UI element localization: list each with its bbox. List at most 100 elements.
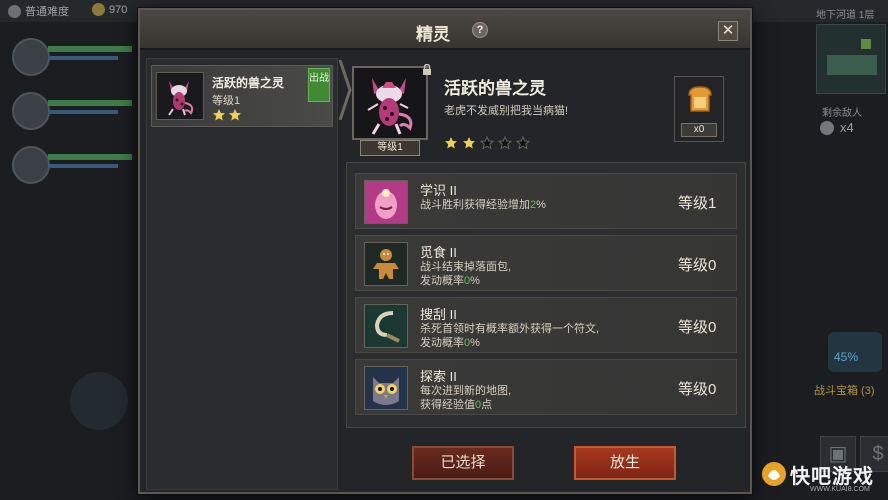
star-filled-icon [445, 137, 457, 149]
skill-title: 探索 II [420, 366, 457, 385]
minimap[interactable] [816, 24, 886, 94]
mp-bar [48, 56, 118, 60]
skill-level: 等级0 [678, 381, 717, 398]
floor-label: 地下河道 1层 [816, 10, 875, 21]
spirit-dialog: 精灵 ? ✕ 活跃的兽之灵 等级1 出战 等级1 活跃的兽之灵 老虎不发威别把我… [138, 8, 752, 494]
star-filled-icon [213, 109, 225, 121]
help-icon[interactable]: ? [472, 22, 488, 38]
hook-icon [364, 304, 408, 348]
skill-title: 搜刮 II [420, 304, 457, 323]
skull-icon [820, 120, 834, 135]
skill-rank: II [449, 183, 457, 198]
difficulty-label: 普通难度 [25, 6, 69, 18]
party-member[interactable] [8, 142, 132, 194]
skill-name: 觅食 [420, 245, 447, 260]
skill-row[interactable]: 搜刮 II 杀死首领时有概率额外获得一个符文, 发动概率0% 等级0 [355, 297, 737, 353]
party-member[interactable] [8, 34, 132, 86]
star-filled-icon [463, 137, 475, 149]
spirit-detail: 等级1 活跃的兽之灵 老虎不发威别把我当病猫! x0 学识 II 战斗胜利获得经… [346, 58, 746, 490]
chest-progress: 45% [834, 350, 859, 364]
skill-unit: % [470, 275, 480, 287]
watermark: 快吧游戏 WWW.KUAI8.COM [760, 456, 886, 496]
skill-row[interactable]: 觅食 II 战斗结束掉落面包, 发动概率0% 等级0 [355, 235, 737, 291]
watermark-url: WWW.KUAI8.COM [810, 486, 870, 493]
spirit-list: 活跃的兽之灵 等级1 出战 [146, 58, 338, 490]
skill-name: 学识 [420, 183, 447, 198]
skill-desc-text: 每次进到新的地图, [420, 385, 512, 397]
minimap-marker [861, 39, 871, 49]
coin-counter: 970 [92, 3, 127, 16]
skill-level: 等级1 [678, 195, 717, 212]
bread-icon [688, 86, 712, 112]
skill-row[interactable]: 学识 II 战斗胜利获得经验增加2% 等级1 [355, 173, 737, 229]
skill-level: 等级0 [678, 257, 717, 274]
spirit-quote: 老虎不发威别把我当病猫! [444, 105, 569, 117]
star-empty-icon [516, 136, 530, 150]
minimap-room [827, 55, 877, 75]
skill-desc-text: 发动概率 [420, 337, 464, 349]
owl-icon [364, 366, 408, 410]
hero-portrait [12, 92, 50, 130]
skill-desc-text: 发动概率 [420, 275, 464, 287]
lock-icon[interactable] [422, 64, 432, 75]
mp-bar [48, 164, 118, 168]
skill-unit: 点 [481, 399, 493, 411]
star-empty-icon [480, 136, 494, 150]
watermark-text: 快吧游戏 [790, 466, 874, 488]
skill-row[interactable]: 探索 II 每次进到新的地图, 获得经验值0点 等级0 [355, 359, 737, 415]
hero-portrait [12, 38, 50, 76]
hp-bar [48, 100, 132, 106]
food-count: x0 [681, 123, 717, 137]
spirit-detail-name: 活跃的兽之灵 [444, 79, 546, 98]
skill-description: 每次进到新的地图, 获得经验值0点 [420, 384, 511, 412]
spirit-portrait [352, 66, 428, 140]
skill-desc-text: 杀死首领时有概率额外获得一个符文, [420, 323, 600, 335]
remaining-enemies-label: 剩余敌人 [822, 108, 862, 119]
skill-unit: % [470, 337, 480, 349]
skill-name: 探索 [420, 369, 447, 384]
chest-label: 战斗宝箱 (3) [814, 385, 875, 397]
enemy-count: x4 [840, 120, 854, 135]
spirit-stars [212, 108, 242, 122]
mp-bar [48, 110, 118, 114]
spirit-thumbnail [156, 72, 204, 120]
difficulty-icon [8, 4, 21, 18]
spirit-list-item[interactable]: 活跃的兽之灵 等级1 出战 [151, 65, 333, 127]
skill-rank: II [449, 245, 457, 260]
skill-orb[interactable] [70, 372, 128, 430]
skill-list: 学识 II 战斗胜利获得经验增加2% 等级1 觅食 II 战斗结束掉落面包, 发动… [346, 162, 746, 428]
food-slot[interactable]: x0 [674, 76, 724, 142]
spirit-level: 等级1 [212, 95, 241, 107]
hp-bar [48, 154, 132, 160]
skill-desc-text: 战斗结束掉落面包, [420, 261, 512, 273]
skill-name: 搜刮 [420, 307, 447, 322]
enemy-counter: x4 [820, 120, 854, 135]
skill-title: 学识 II [420, 180, 457, 199]
skill-desc-text: 获得经验值 [420, 399, 475, 411]
skill-description: 杀死首领时有概率额外获得一个符文, 发动概率0% [420, 322, 599, 350]
watermark-logo-icon [762, 462, 786, 486]
party-panel [8, 34, 132, 196]
star-empty-icon [498, 136, 512, 150]
dialog-header: 精灵 ? ✕ [140, 10, 750, 50]
skill-unit: % [536, 199, 546, 211]
skill-rank: II [449, 307, 457, 322]
skill-title: 觅食 II [420, 242, 457, 261]
spirit-name: 活跃的兽之灵 [212, 76, 285, 90]
deployed-badge: 出战 [308, 68, 330, 102]
dialog-title: 精灵 [416, 25, 450, 44]
star-filled-icon [229, 109, 241, 121]
skill-description: 战斗结束掉落面包, 发动概率0% [420, 260, 511, 288]
skill-desc-text: 战斗胜利获得经验增加 [420, 199, 530, 211]
spirit-star-rating [444, 136, 530, 150]
close-button[interactable]: ✕ [718, 21, 738, 41]
selected-button[interactable]: 已选择 [412, 446, 514, 480]
gingerbread-icon [364, 242, 408, 286]
hp-bar [48, 46, 132, 52]
release-button[interactable]: 放生 [574, 446, 676, 480]
coin-count: 970 [109, 3, 128, 16]
party-member[interactable] [8, 88, 132, 140]
skill-description: 战斗胜利获得经验增加2% [420, 198, 546, 212]
skill-rank: II [449, 369, 457, 384]
portrait-level-badge: 等级1 [360, 140, 420, 156]
